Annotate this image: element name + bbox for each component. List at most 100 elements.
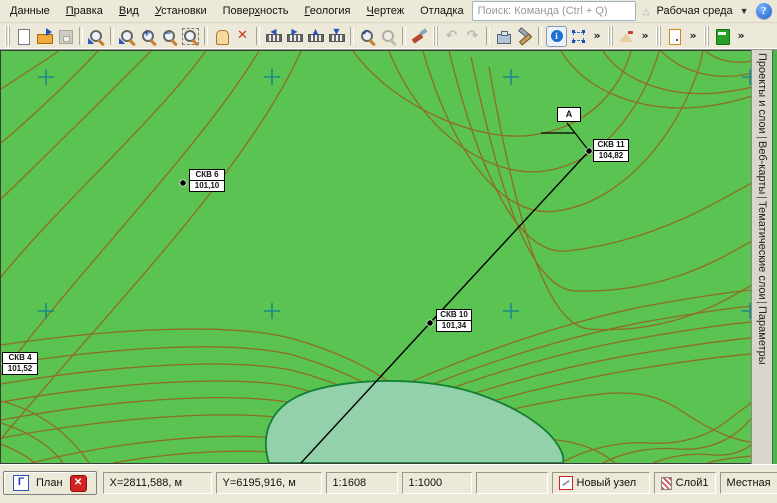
help-icon[interactable]: ?: [756, 3, 772, 19]
toolbar-separator: [79, 27, 83, 45]
borehole-label-skv10[interactable]: СКВ 10101,34: [436, 309, 472, 332]
toolbar-separator: [204, 27, 208, 45]
survey-point[interactable]: [586, 148, 592, 154]
zoom-scale-button[interactable]: ◣: [87, 27, 106, 46]
surface-button[interactable]: [617, 27, 636, 46]
menu-dannye[interactable]: Данные: [2, 2, 58, 20]
edit-nodes-button[interactable]: [569, 27, 588, 46]
notification-triangle-icon: △: [643, 6, 650, 17]
grid-cross-icon: [264, 303, 280, 319]
zoom-out-button[interactable]: −: [160, 27, 179, 46]
zoom-previous-button[interactable]: ↶: [358, 27, 377, 46]
tab-plan[interactable]: Г План ✕: [3, 471, 97, 495]
toolbar-grip[interactable]: [5, 26, 10, 46]
grid-cross-icon: [503, 69, 519, 85]
scale-left-button[interactable]: ◀: [264, 27, 283, 46]
panel-overflow-button[interactable]: »: [686, 27, 700, 46]
menu-ustanovki[interactable]: Установки: [147, 2, 215, 20]
workspace-caret-icon[interactable]: ▼: [740, 6, 749, 16]
section-leader-line: [541, 123, 589, 151]
menu-bar: ДанныеПравкаВидУстановкиПоверхностьГеоло…: [0, 0, 777, 23]
contour-line: [1, 51, 259, 375]
right-tab-strip: Проекты и слои|Веб-карты|Тематические сл…: [751, 50, 772, 464]
grid-cross-icon: [38, 69, 54, 85]
sidebar-tab-projects-layers[interactable]: Проекты и слои|: [756, 53, 768, 141]
new-document-button[interactable]: [14, 27, 33, 46]
survey-point[interactable]: [180, 180, 186, 186]
sidebar-tab-web-maps[interactable]: Веб-карты|: [756, 141, 768, 201]
contour-line: [423, 51, 703, 212]
grid-cross-icon: [742, 69, 751, 85]
menu-pravka[interactable]: Правка: [58, 2, 111, 20]
toolbar-separator: [538, 27, 542, 45]
new-node-mode-button[interactable]: Новый узел: [552, 472, 650, 494]
contour-line: [1, 51, 59, 89]
toolbox-button[interactable]: [494, 27, 513, 46]
open-button[interactable]: [35, 27, 54, 46]
menu-otladka[interactable]: Отладка: [412, 2, 471, 20]
sidebar-tab-thematic-layers[interactable]: Тематические слои|: [756, 201, 768, 306]
sidebar-tab-parameters[interactable]: Параметры: [756, 306, 768, 369]
current-scale-field[interactable]: 1:1608: [326, 472, 398, 494]
scale-right-button[interactable]: ▶: [285, 27, 304, 46]
scale-down-button[interactable]: ▼: [327, 27, 346, 46]
grid-cross-icon: [503, 303, 519, 319]
toolbar-separator: [256, 27, 260, 45]
toolbar: ◣◣+−✕◀▶▲▼↶↶↷i»»»»: [0, 23, 777, 50]
contour-line: [603, 51, 751, 94]
drawing-scale-field[interactable]: 1:1000: [402, 472, 472, 494]
menu-geologiya[interactable]: Геология: [296, 2, 358, 20]
contour-line: [653, 444, 751, 463]
contour-line: [1, 51, 98, 143]
coordinate-x-readout: X=2811,588, м: [103, 472, 212, 494]
panel-button[interactable]: [665, 27, 684, 46]
contour-line: [661, 51, 751, 76]
borehole-label-skv4[interactable]: СКВ 4101,52: [2, 352, 38, 375]
redo-button[interactable]: ↷: [463, 27, 482, 46]
borehole-label-skv11[interactable]: СКВ 11104,82: [593, 139, 629, 162]
menu-chertezh[interactable]: Чертеж: [358, 2, 412, 20]
contour-line: [489, 67, 751, 330]
style-brush-button[interactable]: [410, 27, 429, 46]
status-empty-cell: [476, 472, 548, 494]
zoom-dynamic-button[interactable]: ◣: [118, 27, 137, 46]
menubar-right-group: △ Рабочая среда ▼ ?: [472, 1, 776, 21]
info-button[interactable]: i: [546, 26, 567, 47]
scale-up-button[interactable]: ▲: [306, 27, 325, 46]
toolbar-overflow-button[interactable]: »: [590, 27, 604, 46]
toolbar-separator: [350, 27, 354, 45]
section-marker-a[interactable]: А: [557, 107, 581, 122]
command-search-input[interactable]: [472, 1, 636, 21]
map-canvas[interactable]: СКВ 6101,10 СКВ 11104,82 СКВ 10101,34 СК…: [0, 50, 751, 464]
coordinate-system-button[interactable]: Местная: [720, 472, 777, 494]
reference-button[interactable]: [713, 27, 732, 46]
borehole-label-skv6[interactable]: СКВ 6101,10: [189, 169, 225, 192]
toolbar-separator: [402, 27, 406, 45]
workspace-menu[interactable]: Рабочая среда: [657, 5, 733, 17]
toolbar-grip[interactable]: [608, 26, 613, 46]
grid-cross-icon: [38, 303, 54, 319]
find-button[interactable]: [379, 27, 398, 46]
window-edge: [772, 50, 777, 464]
toolbar-separator: [110, 27, 114, 45]
lake-polygon[interactable]: [266, 381, 563, 463]
save-button[interactable]: [56, 27, 75, 46]
menu-poverkhnost[interactable]: Поверхность: [215, 2, 297, 20]
undo-button[interactable]: ↶: [442, 27, 461, 46]
tools-button[interactable]: [515, 27, 534, 46]
survey-point[interactable]: [427, 320, 433, 326]
surface-overflow-button[interactable]: »: [638, 27, 652, 46]
fit-extents-button[interactable]: ✕: [233, 27, 252, 46]
zoom-in-button[interactable]: +: [139, 27, 158, 46]
map-drawing: [1, 51, 751, 463]
status-bar: Г План ✕ X=2811,588, м Y=6195,916, м 1:1…: [0, 464, 777, 503]
toolbar-grip[interactable]: [656, 26, 661, 46]
toolbar-grip[interactable]: [433, 26, 438, 46]
active-layer-button[interactable]: Слой1: [654, 472, 716, 494]
pan-button[interactable]: [212, 27, 231, 46]
zoom-window-button[interactable]: [181, 27, 200, 46]
toolbar-grip[interactable]: [704, 26, 709, 46]
menu-vid[interactable]: Вид: [111, 2, 147, 20]
reference-overflow-button[interactable]: »: [734, 27, 748, 46]
close-tab-button[interactable]: ✕: [70, 475, 87, 492]
